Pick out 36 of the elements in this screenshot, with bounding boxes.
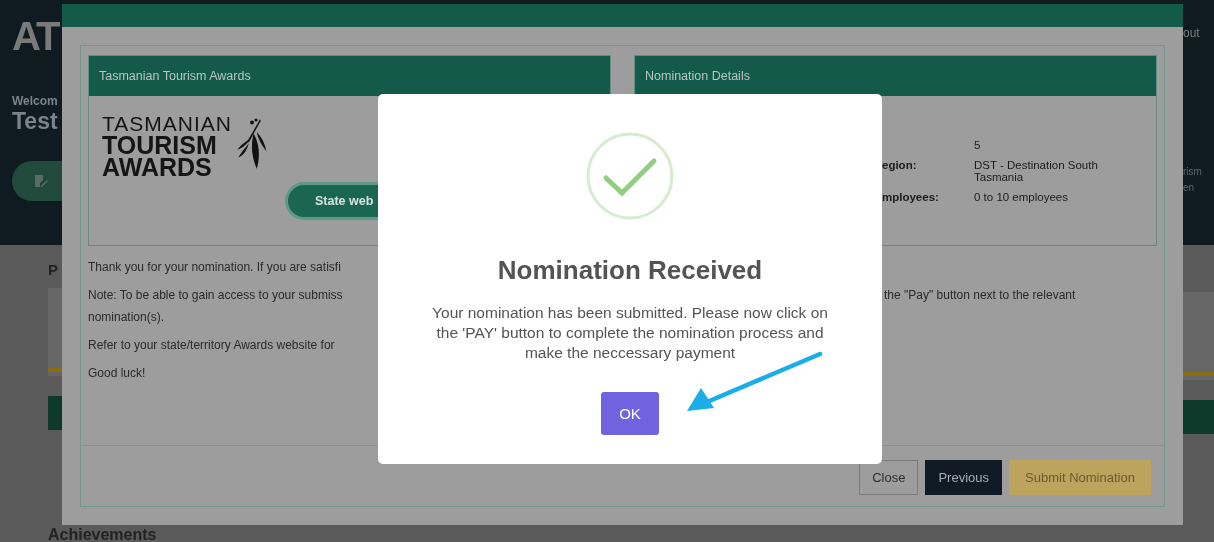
state-website-button[interactable]: State web <box>285 182 379 220</box>
awards-logo-text: TOURISM <box>102 134 218 156</box>
paragraph-text: the "Pay" button next to the relevant <box>884 288 1076 302</box>
user-name: Test <box>12 108 59 135</box>
section-bar <box>1183 400 1214 434</box>
alert-message: Your nomination has been submitted. Please now click on the 'PAY' button to complete the nomination process and make the neccessary payment <box>431 303 829 363</box>
paragraph-text: Note: To be able to gain access to your submiss <box>88 288 344 302</box>
side-text: en <box>1183 181 1196 195</box>
welcome-text: Welcom <box>12 94 59 108</box>
detail-value: 5 <box>974 139 982 151</box>
alert-title: Nomination Received <box>497 255 763 286</box>
detail-label: egion: <box>882 159 917 171</box>
paragraph-text: Refer to your state/territory Awards website for <box>88 338 336 352</box>
side-text: rism <box>1183 165 1203 179</box>
success-check-icon <box>586 132 674 220</box>
awards-logo-text: AWARDS <box>102 156 212 178</box>
edit-document-icon <box>34 174 48 188</box>
footer-button[interactable]: Previous <box>925 460 1002 495</box>
paragraph-text: nomination(s). <box>88 310 166 324</box>
paragraph-text: Thank you for your nomination. If you are satisfi <box>88 260 342 274</box>
logo-text: AT <box>12 14 60 58</box>
panel-title: Nomination Details <box>635 56 1156 96</box>
detail-label: mployees: <box>882 191 939 203</box>
nominate-button[interactable] <box>12 161 62 201</box>
footer-button[interactable]: Submit Nomination <box>1009 460 1151 495</box>
detail-value: DST - Destination South Tasmania <box>974 159 1099 183</box>
section-heading: P <box>48 261 59 278</box>
footer-button[interactable]: Close <box>859 460 919 495</box>
paragraph-text: Good luck! <box>88 366 147 380</box>
achievements-heading: Achievements <box>48 526 157 542</box>
panel-title: Tasmanian Tourism Awards <box>89 56 610 96</box>
ok-button[interactable]: OK <box>601 392 659 435</box>
awards-logo-text: TASMANIAN <box>102 114 232 134</box>
section-bar <box>48 396 62 430</box>
detail-value: 0 to 10 employees <box>974 191 1069 203</box>
header-link[interactable]: out <box>1183 26 1214 40</box>
